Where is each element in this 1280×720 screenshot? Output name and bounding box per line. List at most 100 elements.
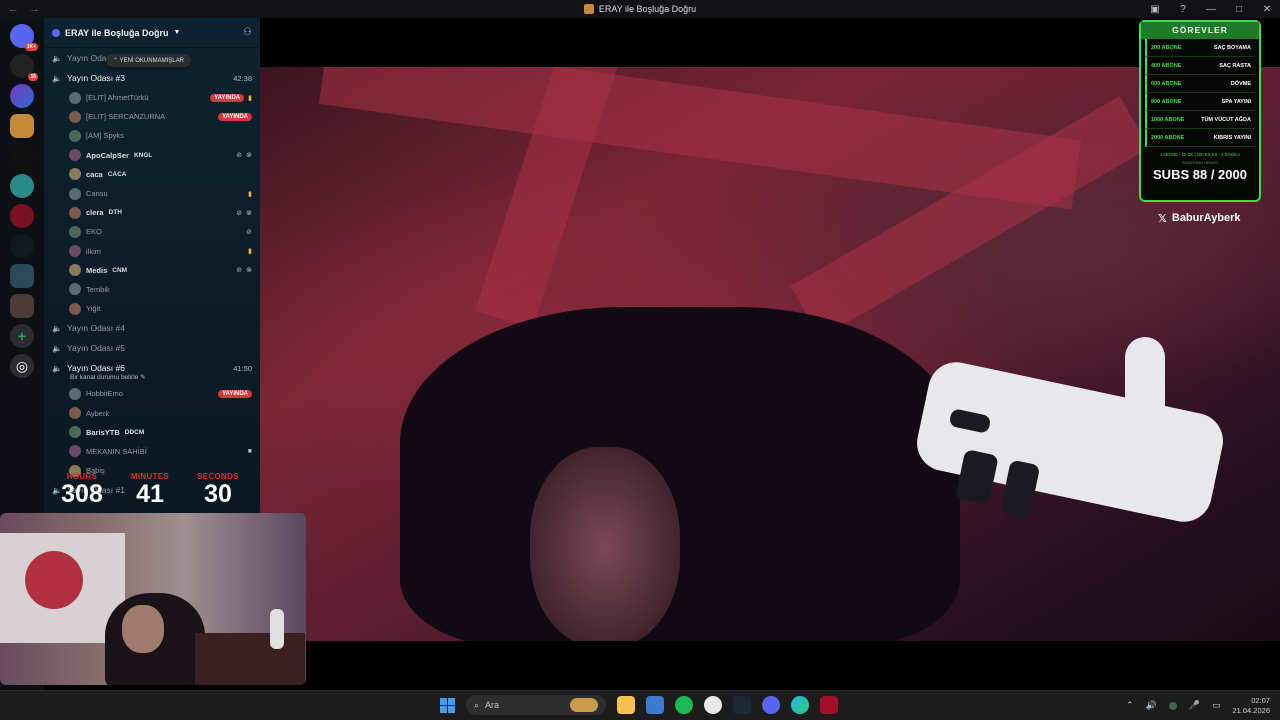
hours-value: 308 [61, 480, 103, 508]
stream-video[interactable] [260, 67, 1280, 641]
nav-buttons: ← → [0, 3, 40, 15]
user-name: caca [86, 169, 103, 179]
start-menu-icon[interactable] [440, 697, 455, 713]
help-icon[interactable]: ? [1176, 4, 1190, 15]
avatar [69, 302, 81, 315]
voice-user[interactable]: [ELIT] AhmetTürkü YAYINDA ▮ [44, 88, 260, 107]
chevron-up-icon[interactable]: ⌃ [1126, 700, 1134, 711]
guild-header[interactable]: ERAY ile Boşluğa Doğru ▼ ⚇ [44, 18, 260, 48]
voice-channel[interactable]: 🔈 Yayın Odası #3 42:38 [44, 68, 260, 88]
clock[interactable]: 02:07 21.04.2026 [1232, 696, 1270, 716]
inbox-icon[interactable]: ▣ [1148, 4, 1162, 15]
edge-icon[interactable] [791, 696, 809, 714]
user-indicators: ▮ [248, 247, 252, 255]
new-unreads-pill[interactable]: ⌃ YENİ OKUNMAMIŞLAR [106, 54, 191, 67]
network-icon[interactable]: ▭ [1212, 700, 1221, 711]
subathon-label: SUBATHON HEDEFİ [1182, 161, 1218, 165]
app-icon[interactable] [704, 696, 722, 714]
search-input[interactable]: ⌕ Ara [466, 695, 606, 715]
channel-name: Yayın Odası #6 [67, 363, 125, 374]
voice-channel[interactable]: 🔈 Yayın Odası #5 [44, 338, 260, 358]
goals-panel: GÖREVLER 200 ABONE SAÇ BOYAMA 400 ABONE SAÇ… [1139, 20, 1261, 202]
voice-user[interactable]: caca CACA [44, 165, 260, 184]
user-indicators: ⊘ ⊗ [236, 151, 252, 159]
volume-icon[interactable]: 🔊 [1146, 700, 1157, 711]
goal-task: DÖVME [1230, 80, 1251, 87]
maximize-icon[interactable]: □ [1232, 4, 1246, 15]
voice-user[interactable]: clera DTH ⊘ ⊗ [44, 203, 260, 222]
server-folder-icon[interactable] [10, 264, 34, 288]
app-icon[interactable] [820, 696, 838, 714]
speaker-icon: 🔈 [52, 363, 62, 373]
goal-item: 2000 ABONE KIBRIS YAYINI [1145, 129, 1255, 147]
voice-user[interactable]: EKO ⊘ [44, 222, 260, 241]
status-icon[interactable] [1168, 701, 1177, 710]
voice-user[interactable]: [ELIT] SERCANZURNA YAYINDA [44, 107, 260, 126]
goal-amount: 400 ABONE [1151, 62, 1182, 69]
streamer-face [530, 447, 680, 641]
activity-icon: ▮ [248, 248, 252, 256]
goal-amount: 1000 ABONE [1151, 116, 1185, 123]
steam-icon[interactable] [733, 696, 751, 714]
voice-user[interactable]: MEKANIN SAHİBİ ■ [44, 442, 260, 461]
user-name: clera [86, 208, 104, 218]
voice-user[interactable]: Tembik [44, 280, 260, 299]
voice-user[interactable]: Cansu ▮ [44, 184, 260, 203]
direct-messages-icon[interactable]: 1K+ [10, 24, 38, 51]
voice-user[interactable]: ApoCalpSer KNGL ⊘ ⊗ [44, 146, 260, 165]
goal-amount: 2000 ABONE [1151, 134, 1185, 141]
channel-name: Yayın Odası #3 [67, 73, 125, 83]
file-explorer-icon[interactable] [617, 696, 635, 714]
server-icon[interactable]: 16 [10, 54, 38, 81]
microphone-icon[interactable]: 🎤 [1189, 700, 1200, 711]
spotify-icon[interactable] [675, 696, 693, 714]
invite-people-icon[interactable]: ⚇ [243, 27, 252, 38]
add-server-icon[interactable]: + [10, 324, 34, 348]
close-icon[interactable]: ✕ [1260, 4, 1274, 15]
search-highlight-icon [570, 698, 598, 712]
live-badge: YAYINDA [210, 93, 245, 102]
search-icon: ⌕ [474, 699, 480, 710]
server-folder-icon[interactable] [10, 294, 34, 318]
photos-icon[interactable] [646, 696, 664, 714]
server-icon-active[interactable] [10, 114, 34, 138]
discord-icon[interactable] [762, 696, 780, 714]
back-arrow-icon[interactable]: ← [8, 3, 19, 15]
voice-user[interactable]: BarisYTB DDCM [44, 423, 260, 442]
speaker-icon: 🔈 [52, 323, 62, 333]
stream-stage[interactable] [260, 18, 1280, 690]
voice-channel[interactable]: 🔈 Yayın Odası #4 [44, 318, 260, 338]
voice-user[interactable]: Ayberk [44, 403, 260, 422]
deafened-icon: ⊗ [246, 267, 252, 275]
window-title-text: ERAY ile Boşluğa Doğru [598, 4, 697, 14]
voice-user[interactable]: Yiğit [44, 299, 260, 318]
voice-user[interactable]: Medis CNM ⊘ ⊗ [44, 261, 260, 280]
server-icon[interactable] [10, 204, 34, 228]
taskbar: ⌕ Ara ⌃ 🔊 🎤 ▭ 02:07 21.04.2026 [0, 690, 1280, 720]
voice-user[interactable]: [AM] Spyks [44, 126, 260, 145]
screen: ← → ERAY ile Boşluğa Doğru ▣ ? — □ ✕ 1K+… [0, 0, 1280, 720]
clan-tag: CNM [112, 266, 128, 274]
voice-user[interactable]: HobbitEmo YAYINDA [44, 384, 260, 403]
server-icon[interactable] [10, 174, 34, 198]
forward-arrow-icon[interactable]: → [29, 3, 40, 15]
window-controls: ▣ ? — □ ✕ [1148, 0, 1274, 18]
server-icon[interactable] [10, 234, 34, 258]
timer-minutes: MINUTES 41 [120, 472, 180, 508]
goal-task: KIBRIS YAYINI [1213, 134, 1251, 141]
x-logo-icon: 𝕏 [1158, 213, 1167, 225]
discover-icon[interactable]: ◎ [10, 354, 34, 378]
taskbar-apps: ⌕ Ara [440, 695, 838, 715]
avatar [69, 168, 81, 181]
clan-tag: CACA [107, 170, 127, 178]
user-name: Cansu [86, 189, 108, 199]
user-name: EKO [86, 227, 102, 237]
server-icon[interactable] [10, 84, 34, 108]
minimize-icon[interactable]: — [1204, 4, 1218, 15]
voice-user[interactable]: ilkim ▮ [44, 242, 260, 261]
mic-muted-icon: ⊘ [236, 152, 243, 160]
speaker-icon: 🔈 [52, 53, 62, 63]
channel-name: Yayın Odası #5 [67, 343, 125, 354]
channel-status[interactable]: Bir kanal durumu belirle ✎ [44, 373, 260, 384]
server-icon[interactable] [10, 144, 34, 168]
